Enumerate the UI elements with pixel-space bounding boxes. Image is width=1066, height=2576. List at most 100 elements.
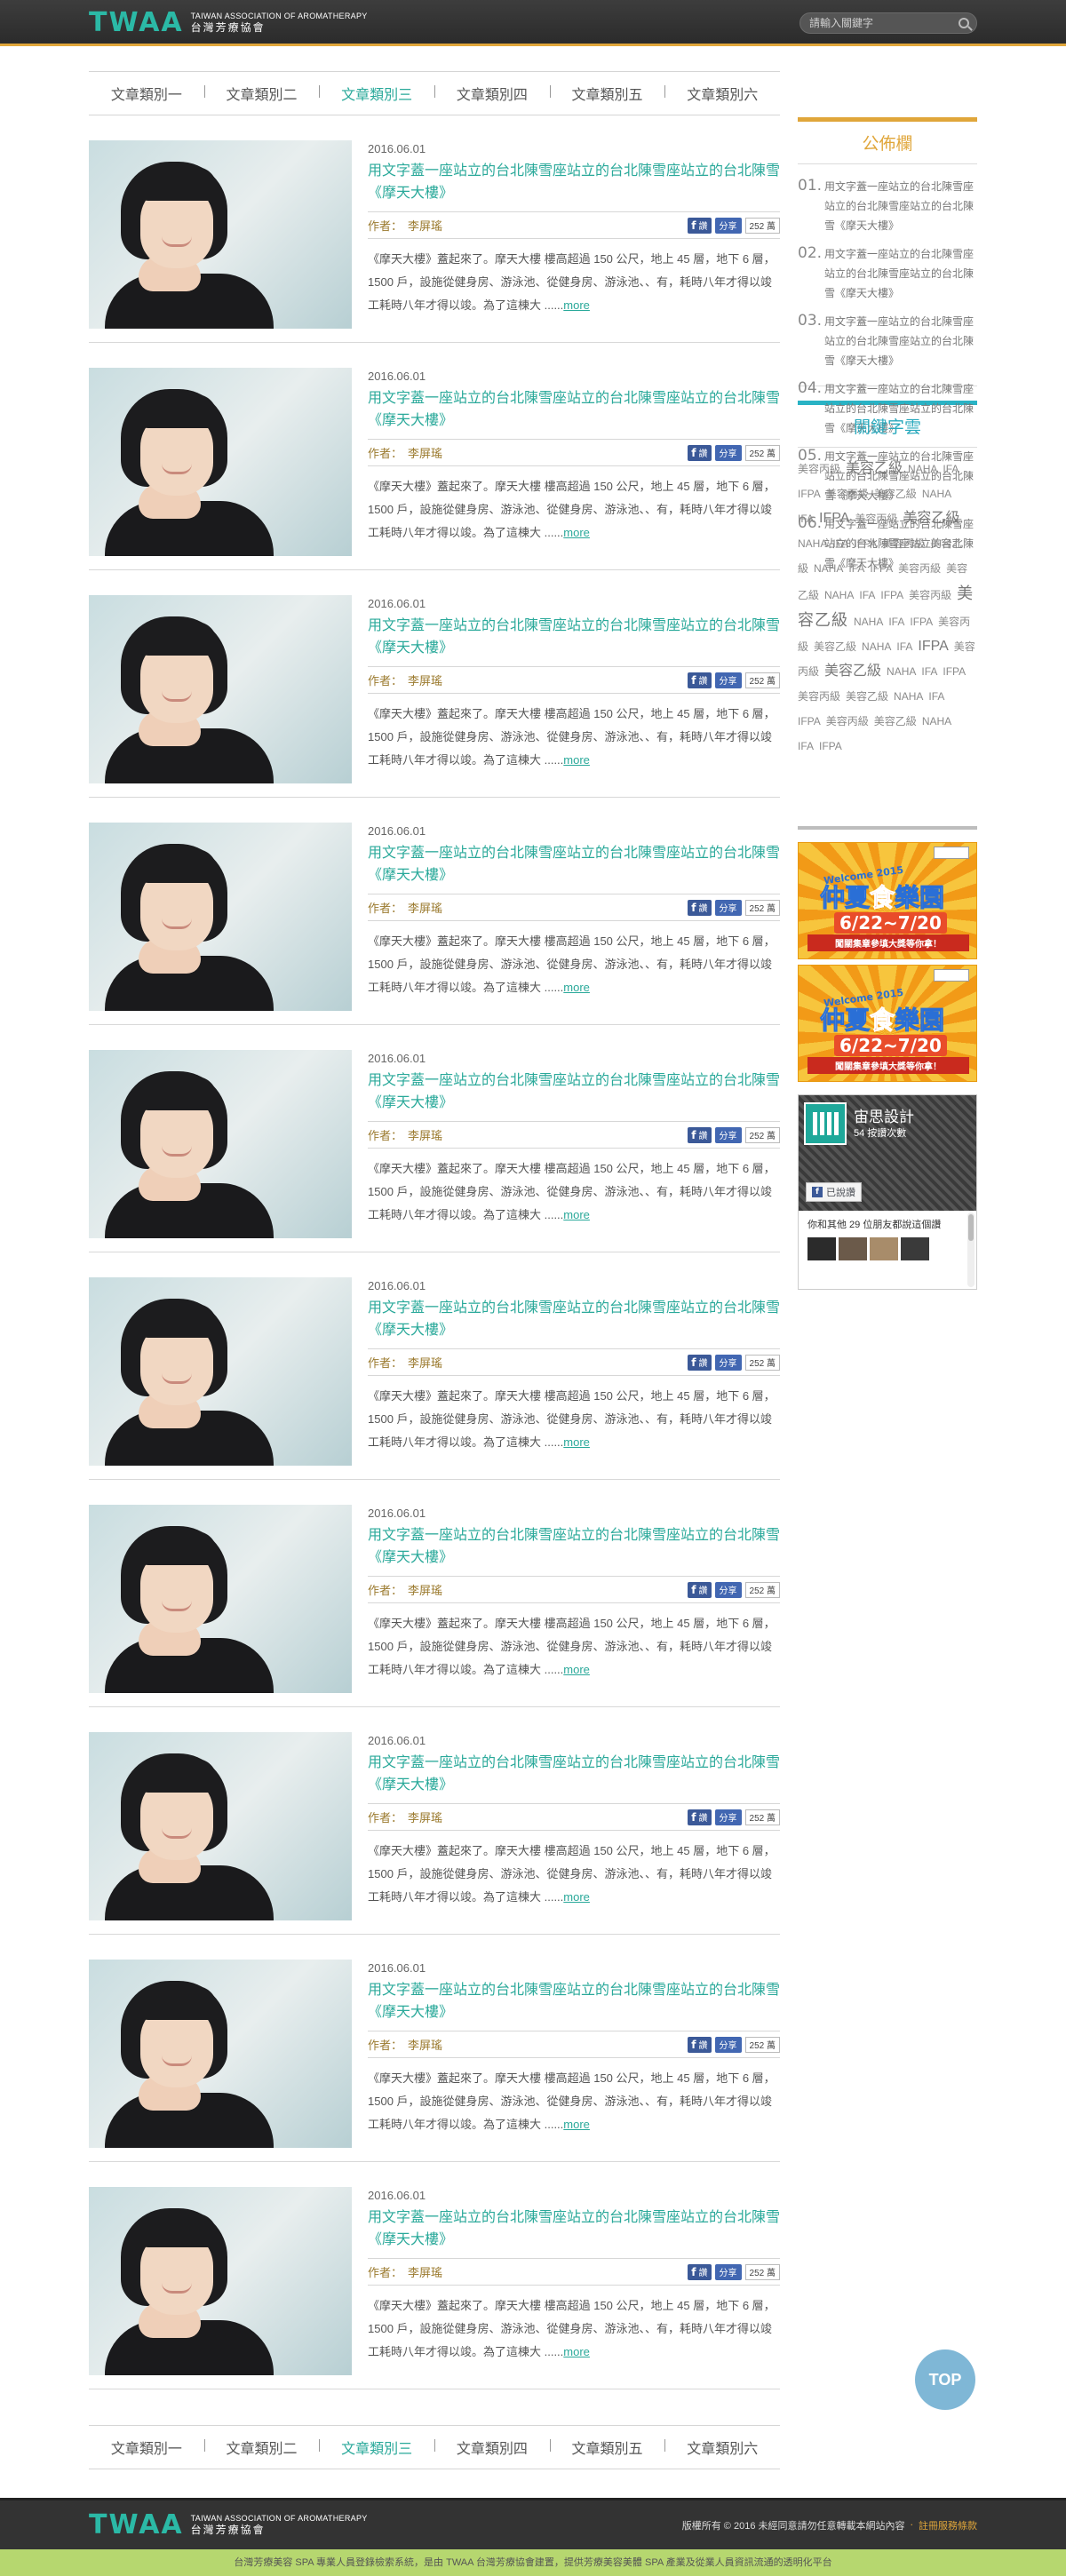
tag-link[interactable]: 美容乙級 (824, 664, 881, 679)
read-more-link[interactable]: more (563, 2345, 590, 2358)
tag-link[interactable]: 美容乙級 (846, 690, 888, 703)
tab-category-6[interactable]: 文章類別六 (664, 2437, 780, 2458)
author-name[interactable]: 李屏瑤 (408, 1129, 442, 1142)
tag-link[interactable]: IFA (848, 562, 864, 575)
tag-link[interactable]: 美容丙級 (898, 562, 941, 575)
tag-link[interactable]: NAHA (894, 690, 923, 703)
tag-link[interactable]: IFPA (854, 537, 877, 550)
article-title[interactable]: 用文字蓋一座站立的台北陳雪座站立的台北陳雪座站立的台北陳雪《摩天大樓》 (368, 1523, 780, 1572)
fb-like-button[interactable]: f讚 (688, 1581, 712, 1598)
tag-link[interactable]: IFA (832, 537, 848, 550)
search-input[interactable] (809, 17, 959, 29)
tag-link[interactable]: NAHA (824, 589, 854, 601)
tag-link[interactable]: IFPA (819, 511, 849, 526)
read-more-link[interactable]: more (563, 1435, 590, 1449)
back-to-top-button[interactable]: TOP (915, 2349, 975, 2410)
tag-link[interactable]: 美容乙級 (814, 640, 856, 653)
promo-banner[interactable]: Welcome 2015 仲夏食樂園 6/22~7/20 闖關集章參填大獎等你拿！ (798, 842, 977, 959)
author-name[interactable]: 李屏瑤 (408, 902, 442, 915)
tag-link[interactable]: 美容丙級 (909, 589, 951, 601)
tag-link[interactable]: NAHA (922, 715, 951, 727)
fb-like-button[interactable]: f讚 (688, 1126, 712, 1143)
author-name[interactable]: 李屏瑤 (408, 2266, 442, 2279)
author-name[interactable]: 李屏瑤 (408, 674, 442, 688)
tag-link[interactable]: IFA (928, 690, 944, 703)
fb-page-avatar[interactable] (804, 1102, 847, 1145)
article-thumbnail[interactable] (89, 1505, 352, 1693)
tag-link[interactable]: IFA (888, 616, 904, 628)
fb-like-button[interactable]: f讚 (688, 672, 712, 688)
read-more-link[interactable]: more (563, 1890, 590, 1904)
tag-link[interactable]: IFPA (910, 616, 933, 628)
notice-item[interactable]: 03. 用文字蓋一座站立的台北陳雪座站立的台北陳雪座站立的台北陳雪《摩天大樓》 (798, 308, 977, 374)
tag-link[interactable]: NAHA (854, 616, 883, 628)
tab-category-6[interactable]: 文章類別六 (664, 83, 780, 104)
article-thumbnail[interactable] (89, 1732, 352, 1920)
tab-category-2[interactable]: 文章類別二 (203, 2437, 320, 2458)
tag-link[interactable]: NAHA (862, 640, 891, 653)
notice-item[interactable]: 02. 用文字蓋一座站立的台北陳雪座站立的台北陳雪座站立的台北陳雪《摩天大樓》 (798, 241, 977, 306)
tab-category-1[interactable]: 文章類別一 (89, 83, 204, 104)
tag-link[interactable]: IFA (859, 589, 875, 601)
article-thumbnail[interactable] (89, 2187, 352, 2375)
tag-link[interactable]: 美容乙級 (846, 461, 903, 476)
fb-like-button[interactable]: f讚 (688, 1809, 712, 1825)
article-title[interactable]: 用文字蓋一座站立的台北陳雪座站立的台北陳雪座站立的台北陳雪《摩天大樓》 (368, 840, 780, 890)
fb-share-button[interactable]: 分享 (714, 1354, 742, 1371)
friend-avatar[interactable] (807, 1237, 836, 1260)
fb-share-button[interactable]: 分享 (714, 1809, 742, 1825)
article-thumbnail[interactable] (89, 1960, 352, 2148)
read-more-link[interactable]: more (563, 1208, 590, 1221)
article-title[interactable]: 用文字蓋一座站立的台北陳雪座站立的台北陳雪座站立的台北陳雪《摩天大樓》 (368, 158, 780, 208)
tag-link[interactable]: IFPA (819, 740, 842, 752)
fb-share-button[interactable]: 分享 (714, 444, 742, 461)
read-more-link[interactable]: more (563, 1663, 590, 1676)
tab-category-3[interactable]: 文章類別三 (319, 2437, 434, 2458)
article-thumbnail[interactable] (89, 823, 352, 1011)
article-thumbnail[interactable] (89, 1050, 352, 1238)
tag-link[interactable]: NAHA (922, 488, 951, 500)
tag-link[interactable]: 美容乙級 (874, 715, 917, 727)
tab-category-4[interactable]: 文章類別四 (434, 2437, 550, 2458)
tag-link[interactable]: IFPA (870, 562, 893, 575)
fb-share-button[interactable]: 分享 (714, 217, 742, 234)
tab-category-4[interactable]: 文章類別四 (434, 83, 550, 104)
fb-like-button[interactable]: f讚 (688, 2263, 712, 2280)
tab-category-5[interactable]: 文章類別五 (549, 2437, 665, 2458)
tag-link[interactable]: 美容乙級 (874, 488, 917, 500)
tab-category-5[interactable]: 文章類別五 (549, 83, 665, 104)
fb-like-button[interactable]: f讚 (688, 899, 712, 916)
friend-avatar[interactable] (839, 1237, 867, 1260)
notice-item[interactable]: 01. 用文字蓋一座站立的台北陳雪座站立的台北陳雪座站立的台北陳雪《摩天大樓》 (798, 173, 977, 239)
tag-link[interactable]: IFPA (943, 665, 966, 678)
tag-link[interactable]: IFA (798, 513, 814, 525)
tag-link[interactable]: 美容丙級 (855, 513, 897, 525)
article-title[interactable]: 用文字蓋一座站立的台北陳雪座站立的台北陳雪座站立的台北陳雪《摩天大樓》 (368, 1750, 780, 1800)
article-title[interactable]: 用文字蓋一座站立的台北陳雪座站立的台北陳雪座站立的台北陳雪《摩天大樓》 (368, 2205, 780, 2254)
author-name[interactable]: 李屏瑤 (408, 1584, 442, 1597)
tab-category-2[interactable]: 文章類別二 (203, 83, 320, 104)
tag-link[interactable]: IFA (943, 463, 959, 475)
article-thumbnail[interactable] (89, 595, 352, 783)
tag-link[interactable]: 美容丙級 (798, 463, 840, 475)
tag-link[interactable]: IFA (921, 665, 937, 678)
article-title[interactable]: 用文字蓋一座站立的台北陳雪座站立的台北陳雪座站立的台北陳雪《摩天大樓》 (368, 613, 780, 663)
promo-banner[interactable]: Welcome 2015 仲夏食樂園 6/22~7/20 闖關集章參填大獎等你拿！ (798, 965, 977, 1082)
tag-link[interactable]: NAHA (814, 562, 843, 575)
author-name[interactable]: 李屏瑤 (408, 219, 442, 233)
tag-link[interactable]: IFPA (798, 488, 821, 500)
tag-link[interactable]: 美容乙級 (903, 511, 959, 526)
author-name[interactable]: 李屏瑤 (408, 2039, 442, 2052)
article-thumbnail[interactable] (89, 140, 352, 329)
fb-share-button[interactable]: 分享 (714, 1581, 742, 1598)
tag-link[interactable]: 美容丙級 (798, 690, 840, 703)
friend-avatar[interactable] (901, 1237, 929, 1260)
tag-link[interactable]: NAHA (908, 463, 937, 475)
tag-link[interactable]: IFPA (918, 639, 948, 654)
fb-share-button[interactable]: 分享 (714, 1126, 742, 1143)
article-title[interactable]: 用文字蓋一座站立的台北陳雪座站立的台北陳雪座站立的台北陳雪《摩天大樓》 (368, 1068, 780, 1117)
tab-category-3[interactable]: 文章類別三 (319, 83, 434, 104)
terms-link[interactable]: 註冊服務條款 (919, 2518, 977, 2532)
read-more-link[interactable]: more (563, 981, 590, 994)
fb-like-button[interactable]: f讚 (688, 1354, 712, 1371)
